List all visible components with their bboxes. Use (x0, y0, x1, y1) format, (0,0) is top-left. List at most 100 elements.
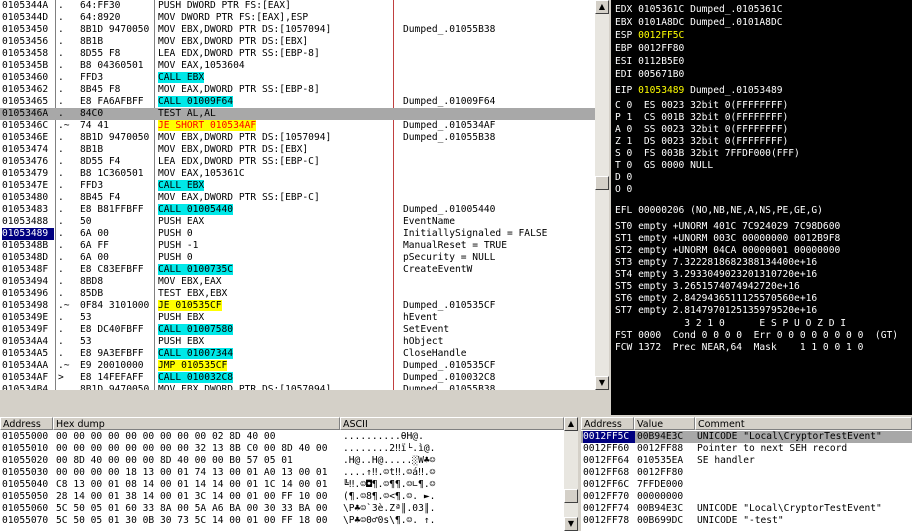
registers-pane[interactable]: EDX 0105361C Dumped_.0105361C EBX 0101A8… (611, 0, 912, 415)
disassembly-scrollbar[interactable]: ▲ ▼ (595, 0, 609, 390)
reg-esi[interactable]: ESI 0112B5E0 (615, 56, 912, 68)
disasm-row[interactable]: 01053483. E8 B81FFBFF CALL 01005440 Dumped_… (0, 204, 595, 216)
disasm-row[interactable]: 0105349F. E8 DC40FBFF CALL 01007580 SetEven… (0, 324, 595, 336)
scroll-thumb[interactable] (564, 489, 578, 503)
scroll-up-button[interactable]: ▲ (595, 0, 609, 14)
disasm-row[interactable]: 0105348F. E8 C83EFBFF CALL 0100735C CreateE… (0, 264, 595, 276)
scroll-down-button[interactable]: ▼ (595, 376, 609, 390)
disasm-row[interactable]: 0105348D. 6A 00 PUSH 0 pSecurity = NULL (0, 252, 595, 264)
hex-dump-pane[interactable]: Address Hex dump ASCII 01055000 00 00 00 … (0, 417, 578, 531)
disasm-row[interactable]: 01053476. 8D55 F4 LEA EDX,DWORD PTR SS:[EB… (0, 156, 595, 168)
disasm-row[interactable]: 01053456. 8B1B MOV EBX,DWORD PTR DS:[EBX] (0, 36, 595, 48)
dump-scrollbar[interactable]: ▲ ▼ (564, 417, 578, 531)
fpu-st-row[interactable]: ST6 empty 2.8429436511125570560e+16 (615, 293, 912, 305)
disasm-comment (403, 72, 593, 84)
stack-pane[interactable]: Address Value Comment 0012FF5C 00B94E3C UN… (581, 417, 912, 531)
stack-row[interactable]: 0012FF64 010535EA SE handler (581, 455, 912, 467)
disassembly-pane[interactable]: 0105344A. 64:FF30 PUSH DWORD PTR FS:[EAX] 0… (0, 0, 595, 390)
stack-row[interactable]: 0012FF74 00B94E3C UNICODE "Local\CryptorTe… (581, 503, 912, 515)
dump-row[interactable]: 01055040 C8 13 00 01 08 14 00 01 14 14 00… (0, 479, 578, 491)
disasm-row[interactable]: 01053458. 8D55 F8 LEA EDX,DWORD PTR SS:[EB… (0, 48, 595, 60)
scroll-thumb[interactable] (595, 176, 609, 190)
disasm-instruction-text: CALL 01007344 (158, 348, 234, 359)
disasm-row[interactable]: 0105349E. 53 PUSH EBX hEvent (0, 312, 595, 324)
flag-row[interactable]: T 0 GS 0000 NULL (615, 160, 912, 172)
disasm-row[interactable]: 01053489. 6A 00 PUSH 0 InitiallySignaled = … (0, 228, 595, 240)
fpu-st-row[interactable]: ST3 empty 7.3222818682388134400e+16 (615, 257, 912, 269)
scroll-up-button[interactable]: ▲ (564, 417, 578, 431)
reg-esp[interactable]: ESP 0012FF5C (615, 30, 912, 42)
fpu-st-row[interactable]: ST0 empty +UNORM 401C 7C924029 7C98D600 (615, 221, 912, 233)
disasm-hex: E8 FA6AFBFF (80, 96, 144, 107)
disasm-row[interactable]: 0105344A. 64:FF30 PUSH DWORD PTR FS:[EAX] (0, 0, 595, 12)
flag-row[interactable]: P 1 CS 001B 32bit 0(FFFFFFFF) (615, 112, 912, 124)
disasm-row[interactable]: 01053488. 50 PUSH EAX EventName (0, 216, 595, 228)
disasm-row[interactable]: 01053474. 8B1B MOV EBX,DWORD PTR DS:[EBX] (0, 144, 595, 156)
dump-address: 01055030 (2, 467, 49, 478)
fpu-st-row[interactable]: ST2 empty +UNORM 04CA 00000001 00000000 (615, 245, 912, 257)
dump-row[interactable]: 01055020 00 8D 40 00 00 00 8D 40 00 00 B0… (0, 455, 578, 467)
dump-row[interactable]: 01055000 00 00 00 00 00 00 00 00 00 02 8D… (0, 431, 578, 443)
dump-header-hex[interactable]: Hex dump (53, 417, 340, 430)
reg-edi[interactable]: EDI 005671B0 (615, 69, 912, 81)
dump-hex: 00 00 00 00 00 00 00 00 00 02 8D 40 00 (56, 431, 276, 442)
disasm-row[interactable]: 01053480. 8B45 F4 MOV EAX,DWORD PTR SS:[EB… (0, 192, 595, 204)
fpu-fst[interactable]: FST 0000 Cond 0 0 0 0 Err 0 0 0 0 0 0 0 … (615, 330, 912, 342)
flag-row[interactable]: S 0 FS 003B 32bit 7FFDF000(FFF) (615, 148, 912, 160)
disasm-row[interactable]: 01053462. 8B45 F8 MOV EAX,DWORD PTR SS:[EB… (0, 84, 595, 96)
scroll-down-button[interactable]: ▼ (564, 517, 578, 531)
dump-header-ascii[interactable]: ASCII (340, 417, 564, 430)
disasm-address: 0105344D (2, 12, 49, 23)
stack-row[interactable]: 0012FF70 00000000 (581, 491, 912, 503)
dump-row[interactable]: 01055050 28 14 00 01 38 14 00 01 3C 14 00… (0, 491, 578, 503)
dump-header-address[interactable]: Address (0, 417, 53, 430)
stack-row[interactable]: 0012FF5C 00B94E3C UNICODE "Local\CryptorTe… (581, 431, 912, 443)
dump-row[interactable]: 01055010 00 00 00 00 00 00 00 00 32 13 8B… (0, 443, 578, 455)
disasm-row[interactable]: 01053479. B8 1C360501 MOV EAX,105361C (0, 168, 595, 180)
disasm-row[interactable]: 01053498 .~ 0F84 3101000 JE 010535CF Dumped_… (0, 300, 595, 312)
stack-row[interactable]: 0012FF68 0012FF80 (581, 467, 912, 479)
dump-row[interactable]: 01055060 5C 50 05 01 60 33 8A 00 5A A6 BA… (0, 503, 578, 515)
stack-header-address[interactable]: Address (581, 417, 634, 430)
disasm-row[interactable]: 0105347E. FFD3 CALL EBX (0, 180, 595, 192)
disasm-row[interactable]: 0105346A. 84C0 TEST AL,AL (0, 108, 595, 120)
disasm-row[interactable]: 010534A4. 53 PUSH EBX hObject (0, 336, 595, 348)
pane-splitter[interactable] (0, 390, 611, 417)
flag-row[interactable]: D 0 (615, 172, 912, 184)
reg-edx[interactable]: EDX 0105361C Dumped_.0105361C (615, 4, 912, 16)
flag-row[interactable]: Z 1 DS 0023 32bit 0(FFFFFFFF) (615, 136, 912, 148)
dump-row[interactable]: 01055030 00 00 00 00 18 13 00 01 74 13 00… (0, 467, 578, 479)
stack-row[interactable]: 0012FF6C 7FFDE000 (581, 479, 912, 491)
disasm-row[interactable]: 01053494. 8BD8 MOV EBX,EAX (0, 276, 595, 288)
stack-row[interactable]: 0012FF78 00B699DC UNICODE "-test" (581, 515, 912, 527)
flag-row[interactable]: A 0 SS 0023 32bit 0(FFFFFFFF) (615, 124, 912, 136)
disasm-row[interactable]: 0105345B. B8 04360501 MOV EAX,1053604 (0, 60, 595, 72)
dump-row[interactable]: 01055070 5C 50 05 01 30 0B 30 73 5C 14 00… (0, 515, 578, 527)
fpu-st-row[interactable]: ST5 empty 3.2651574074942720e+16 (615, 281, 912, 293)
disasm-row[interactable]: 0105346E. 8B1D 9470050 MOV EBX,DWORD PTR D… (0, 132, 595, 144)
disasm-row[interactable]: 01053496. 85DB TEST EBX,EBX (0, 288, 595, 300)
reg-ebx[interactable]: EBX 0101A8DC Dumped_.0101A8DC (615, 17, 912, 29)
fpu-fcw[interactable]: FCW 1372 Prec NEAR,64 Mask 1 1 0 0 1 0 (615, 342, 912, 354)
disasm-row[interactable]: 01053460. FFD3 CALL EBX (0, 72, 595, 84)
disasm-row[interactable]: 010534AF > E8 14FEFAFF CALL 010032C8 Dumped_… (0, 372, 595, 384)
reg-efl[interactable]: EFL 00000206 (NO,NB,NE,A,NS,PE,GE,G) (615, 205, 912, 217)
disasm-row[interactable]: 01053450. 8B1D 9470050 MOV EBX,DWORD PTR D… (0, 24, 595, 36)
reg-ebp[interactable]: EBP 0012FF80 (615, 43, 912, 55)
flag-row[interactable]: C 0 ES 0023 32bit 0(FFFFFFFF) (615, 100, 912, 112)
stack-row[interactable]: 0012FF60 0012FF88 Pointer to next SEH reco… (581, 443, 912, 455)
flag-row[interactable]: O 0 (615, 184, 912, 196)
fpu-st-row[interactable]: ST1 empty +UNORM 003C 00000000 0012B9F8 (615, 233, 912, 245)
disasm-row[interactable]: 0105346C .~ 74 41 JE SHORT 010534AF Dumped_.… (0, 120, 595, 132)
fpu-st-row[interactable]: ST7 empty 2.8147970125135979520e+16 (615, 305, 912, 317)
disasm-row[interactable]: 0105348B. 6A FF PUSH -1 ManualReset = TRUE (0, 240, 595, 252)
disasm-row[interactable]: 010534A5. E8 9A3EFBFF CALL 01007344 CloseHa… (0, 348, 595, 360)
stack-header-value[interactable]: Value (634, 417, 695, 430)
disasm-row[interactable]: 010534AA .~ E9 20010000 JMP 010535CF Dumped_… (0, 360, 595, 372)
fpu-st-row[interactable]: ST4 empty 3.2933049023201310720e+16 (615, 269, 912, 281)
disasm-row[interactable]: 0105344D. 64:8920 MOV DWORD PTR FS:[EAX],E… (0, 12, 595, 24)
reg-eip[interactable]: EIP 01053489 Dumped_.01053489 (615, 85, 912, 97)
dump-hex: 5C 50 05 01 30 0B 30 73 5C 14 00 01 00 F… (56, 515, 328, 526)
stack-header-comment[interactable]: Comment (695, 417, 912, 430)
disasm-row[interactable]: 01053465. E8 FA6AFBFF CALL 01009F64 Dumped_… (0, 96, 595, 108)
